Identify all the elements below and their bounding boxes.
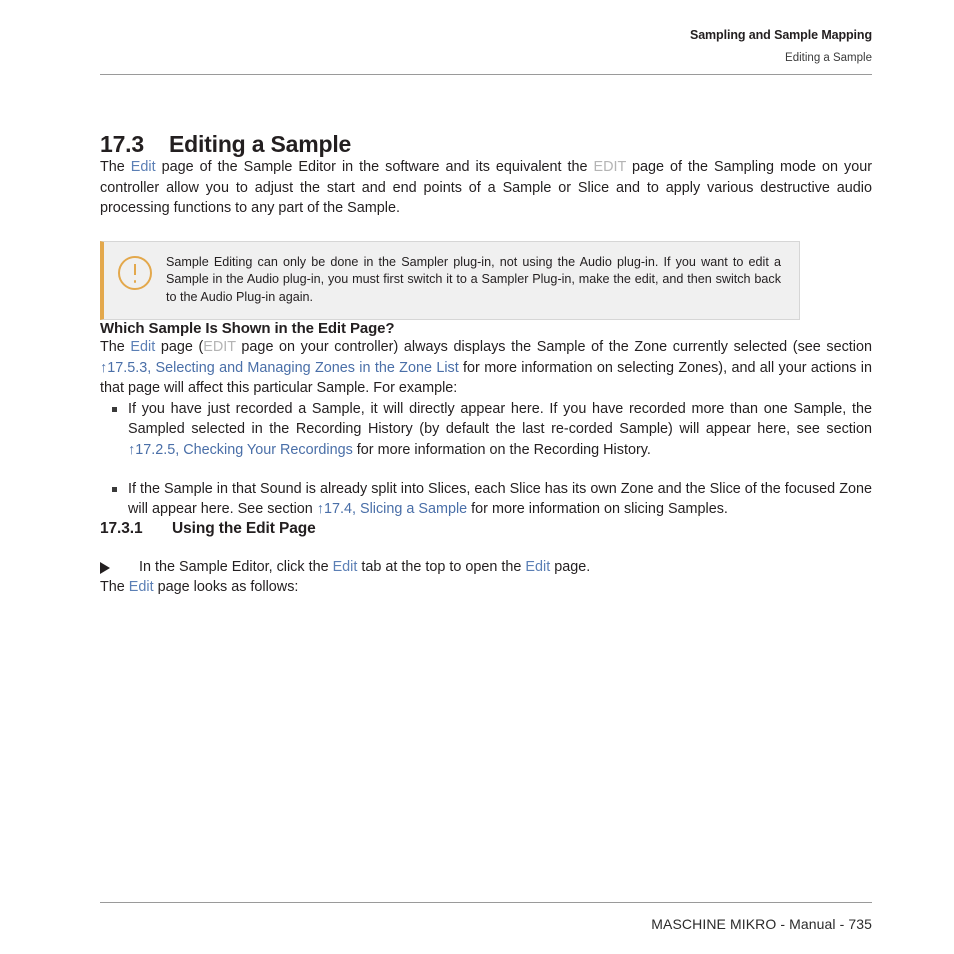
step-text-1: In the Sample Editor, click the [139, 558, 333, 575]
cross-reference-link[interactable]: ↑17.5.3, Selecting and Managing Zones in… [100, 360, 459, 376]
subsection-title: Using the Edit Page [172, 519, 316, 537]
intro-paragraph: The Edit page of the Sample Editor in th… [100, 157, 872, 219]
bullet-text-2: for more information on slicing Samples. [467, 501, 728, 518]
running-header: Sampling and Sample Mapping Editing a Sa… [100, 0, 872, 65]
callout-text: Sample Editing can only be done in the S… [166, 255, 781, 304]
controller-reference-edit: EDIT [203, 338, 236, 355]
step-text-3: page. [550, 558, 591, 575]
warning-circle-icon [104, 254, 166, 291]
warning-circle-glyph [118, 256, 152, 291]
chapter-number: 17.3 [100, 131, 144, 157]
closing-text-1: The [100, 579, 129, 596]
software-reference-edit: Edit [130, 159, 156, 176]
intro-text-1: The [100, 159, 131, 176]
closing-text-2: page looks as follows: [153, 579, 299, 596]
software-reference-edit: Edit [130, 338, 156, 355]
para-text-1: The [100, 338, 131, 355]
page-footer: MASCHINE MIKRO - Manual - 735 [100, 902, 872, 954]
document-page: Sampling and Sample Mapping Editing a Sa… [100, 0, 872, 954]
running-header-subtitle: Editing a Sample [785, 51, 872, 64]
bullet-text-1: If you have just recorded a Sample, it w… [128, 400, 872, 438]
subsection-number: 17.3.1 [100, 519, 143, 537]
para-text-3: page on your controller) always displays… [235, 338, 873, 355]
arrow-right-icon [100, 561, 110, 574]
attention-callout: Sample Editing can only be done in the S… [100, 241, 800, 320]
closing-paragraph: The Edit page looks as follows: [100, 577, 872, 598]
chapter-title: Editing a Sample [169, 131, 352, 157]
footer-text: MASCHINE MIKRO - Manual - 735 [651, 916, 872, 932]
list-item: If the Sample in that Sound is already s… [100, 479, 872, 520]
software-reference-edit: Edit [128, 579, 154, 596]
page-title: 17.3 Editing a Sample [100, 131, 872, 157]
software-reference-edit: Edit [525, 558, 551, 575]
cross-reference-link[interactable]: ↑17.2.5, Checking Your Recordings [128, 442, 353, 458]
bullet-text-2: for more information on the Recording Hi… [352, 441, 651, 458]
running-header-title: Sampling and Sample Mapping [689, 28, 872, 42]
section-heading-using-edit-page: 17.3.1 Using the Edit Page [100, 520, 872, 538]
list-item: If you have just recorded a Sample, it w… [100, 399, 872, 461]
controller-reference-edit: EDIT [593, 159, 627, 176]
procedure-step: In the Sample Editor, click the Edit tab… [100, 557, 872, 578]
software-reference-edit: Edit [332, 558, 358, 575]
header-divider [100, 74, 872, 75]
which-sample-paragraph: The Edit page (EDIT page on your control… [100, 337, 872, 399]
example-bullet-list: If you have just recorded a Sample, it w… [100, 399, 872, 520]
step-text-2: tab at the top to open the [357, 558, 526, 575]
para-text-2: page ( [155, 338, 204, 355]
intro-text-2: page of the Sample Editor in the softwar… [155, 159, 594, 176]
section-heading-which-sample: Which Sample Is Shown in the Edit Page? [100, 319, 395, 337]
cross-reference-link[interactable]: ↑17.4, Slicing a Sample [317, 501, 467, 517]
